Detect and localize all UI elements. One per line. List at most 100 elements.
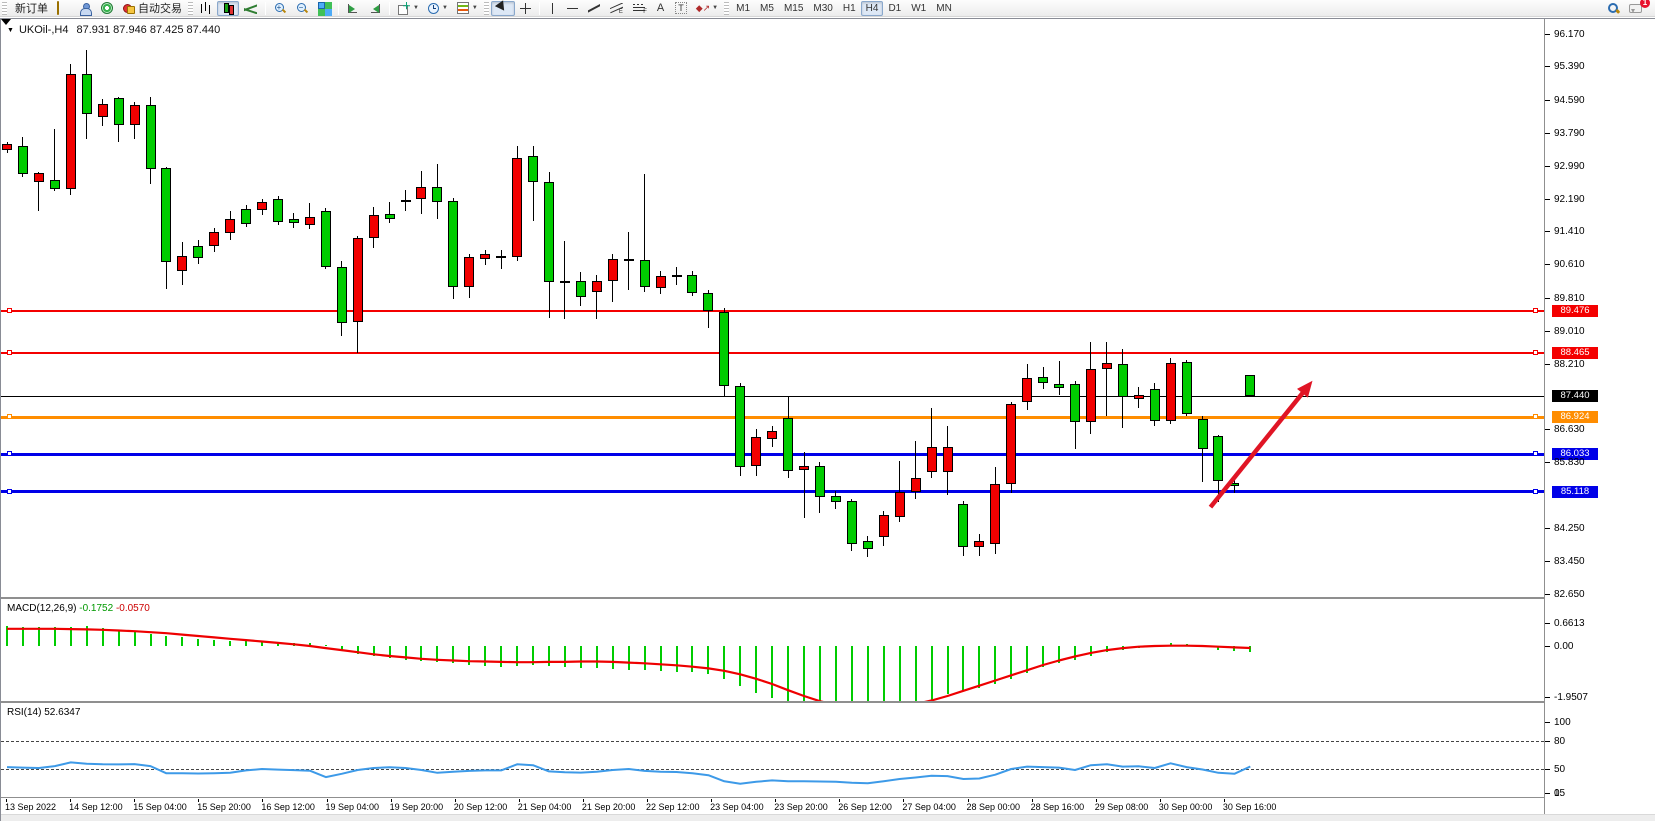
price-tick <box>1545 561 1550 562</box>
line-chart-mode-button[interactable] <box>239 1 262 16</box>
time-label: 26 Sep 12:00 <box>838 802 892 812</box>
text-tool-button[interactable]: A <box>651 1 670 16</box>
macd-axis-label: 0.00 <box>1554 641 1573 652</box>
search-icon <box>1607 2 1619 14</box>
macd-axis-tick <box>1545 697 1550 698</box>
time-label: 27 Sep 04:00 <box>902 802 956 812</box>
price-tick <box>1545 100 1550 101</box>
timeframe-d1[interactable]: D1 <box>883 1 906 16</box>
time-label: 29 Sep 08:00 <box>1095 802 1149 812</box>
autotrading-icon <box>123 2 135 14</box>
toolbar-separator <box>265 2 266 15</box>
zoom-in-icon: + <box>274 2 286 14</box>
price-tick-label: 82.650 <box>1554 589 1585 600</box>
chevron-down-icon: ▼ <box>472 5 478 11</box>
time-label: 21 Sep 04:00 <box>518 802 572 812</box>
current-price-label: 87.440 <box>1552 390 1598 402</box>
main-chart-panel[interactable] <box>1 19 1544 599</box>
macd-axis-label: -1.9507 <box>1554 692 1588 703</box>
indicators-button[interactable]: ▼ <box>393 1 423 16</box>
macd-panel[interactable]: MACD(12,26,9) -0.1752 -0.0570 <box>1 601 1544 703</box>
time-label: 30 Sep 00:00 <box>1159 802 1213 812</box>
chart-window: ▼ UKOil-,H4 87.931 87.946 87.425 87.440 … <box>0 18 1655 821</box>
price-tick-label: 84.250 <box>1554 523 1585 534</box>
timeframe-h4[interactable]: H4 <box>861 1 884 16</box>
auto-scroll-icon <box>347 2 359 14</box>
timeframe-group: M1M5M15M30H1H4D1W1MN <box>731 1 957 16</box>
rsi-panel[interactable]: RSI(14) 52.6347 <box>1 705 1544 798</box>
horizontal-line-tool-button[interactable] <box>562 1 583 16</box>
timeframe-m30[interactable]: M30 <box>808 1 837 16</box>
chart-title: ▼ UKOil-,H4 87.931 87.946 87.425 87.440 <box>7 24 220 36</box>
candlestick-mode-button[interactable] <box>217 1 239 16</box>
timeframe-h1[interactable]: H1 <box>838 1 861 16</box>
price-tick-label: 95.390 <box>1554 61 1585 72</box>
price-tick <box>1545 66 1550 67</box>
cursor-icon <box>495 0 511 17</box>
zoom-out-button[interactable]: − <box>291 1 313 16</box>
vertical-line-icon <box>552 3 553 14</box>
text-label-tool-button[interactable]: T <box>670 1 692 16</box>
timeframe-m15[interactable]: M15 <box>779 1 808 16</box>
time-label: 22 Sep 12:00 <box>646 802 700 812</box>
zoom-in-button[interactable]: + <box>269 1 291 16</box>
price-axis[interactable]: 89.47688.46586.92486.03385.11887.44096.1… <box>1544 19 1655 814</box>
time-label: 20 Sep 12:00 <box>454 802 508 812</box>
fibonacci-button[interactable] <box>628 1 651 16</box>
toolbar-grip <box>484 2 489 15</box>
time-axis[interactable]: 13 Sep 202214 Sep 12:0015 Sep 04:0015 Se… <box>1 799 1544 814</box>
new-order-button[interactable]: 新订单 <box>9 1 52 16</box>
tile-windows-button[interactable] <box>313 1 335 16</box>
vertical-line-tool-button[interactable] <box>543 1 562 16</box>
time-label: 13 Sep 2022 <box>5 802 56 812</box>
timeframe-mn[interactable]: MN <box>931 1 957 16</box>
price-tick <box>1545 34 1550 35</box>
bottom-strip <box>1 814 1655 821</box>
timeframe-m5[interactable]: M5 <box>755 1 779 16</box>
price-tick-label: 88.210 <box>1554 359 1585 370</box>
chart-shift-icon <box>369 2 381 14</box>
price-tick-label: 90.610 <box>1554 259 1585 270</box>
price-tick <box>1545 166 1550 167</box>
clock-icon <box>428 3 439 14</box>
trendline-tool-button[interactable] <box>583 1 605 16</box>
rsi-axis-tick <box>1545 722 1550 723</box>
autotrading-button[interactable]: 自动交易 <box>118 1 186 16</box>
arrow-objects-button[interactable]: ◆↗▼ <box>692 1 722 16</box>
price-tick <box>1545 298 1550 299</box>
price-tick-label: 94.590 <box>1554 95 1585 106</box>
price-tick <box>1545 429 1550 430</box>
notifications-button[interactable]: 1 <box>1624 1 1647 16</box>
cursor-tool-button[interactable] <box>491 1 515 16</box>
macd-axis-label: 0.6613 <box>1554 618 1585 629</box>
new-order-label: 新订单 <box>15 0 48 16</box>
trend-arrow-line[interactable] <box>1210 389 1306 508</box>
time-label: 19 Sep 04:00 <box>326 802 380 812</box>
equidistant-channel-button[interactable] <box>605 1 628 16</box>
signals-button[interactable] <box>96 1 118 16</box>
price-tick-label: 92.990 <box>1554 161 1585 172</box>
search-button[interactable] <box>1602 1 1624 16</box>
auto-scroll-button[interactable] <box>342 1 364 16</box>
tile-windows-icon <box>318 2 330 14</box>
crosshair-tool-button[interactable] <box>515 1 536 16</box>
price-level-label: 85.118 <box>1552 486 1598 498</box>
market-watch-button[interactable] <box>74 1 96 16</box>
timeframe-w1[interactable]: W1 <box>906 1 931 16</box>
chevron-down-icon[interactable]: ▼ <box>7 27 14 34</box>
bar-chart-mode-button[interactable] <box>195 1 217 16</box>
rsi-axis-label: 0 <box>1554 788 1560 799</box>
text-label-icon: T <box>675 2 687 14</box>
timeframe-m1[interactable]: M1 <box>731 1 755 16</box>
candlestick-icon <box>222 2 234 14</box>
templates-button[interactable]: ▼ <box>452 1 482 16</box>
toolbar-grip <box>2 2 7 15</box>
bar-chart-icon <box>200 2 212 14</box>
fibonacci-icon <box>633 3 646 14</box>
chart-shift-button[interactable] <box>364 1 386 16</box>
signal-icon <box>101 2 113 14</box>
gold-box-button[interactable] <box>52 1 74 16</box>
periods-button[interactable]: ▼ <box>423 1 452 16</box>
toolbar-separator <box>338 2 339 15</box>
price-tick <box>1545 331 1550 332</box>
